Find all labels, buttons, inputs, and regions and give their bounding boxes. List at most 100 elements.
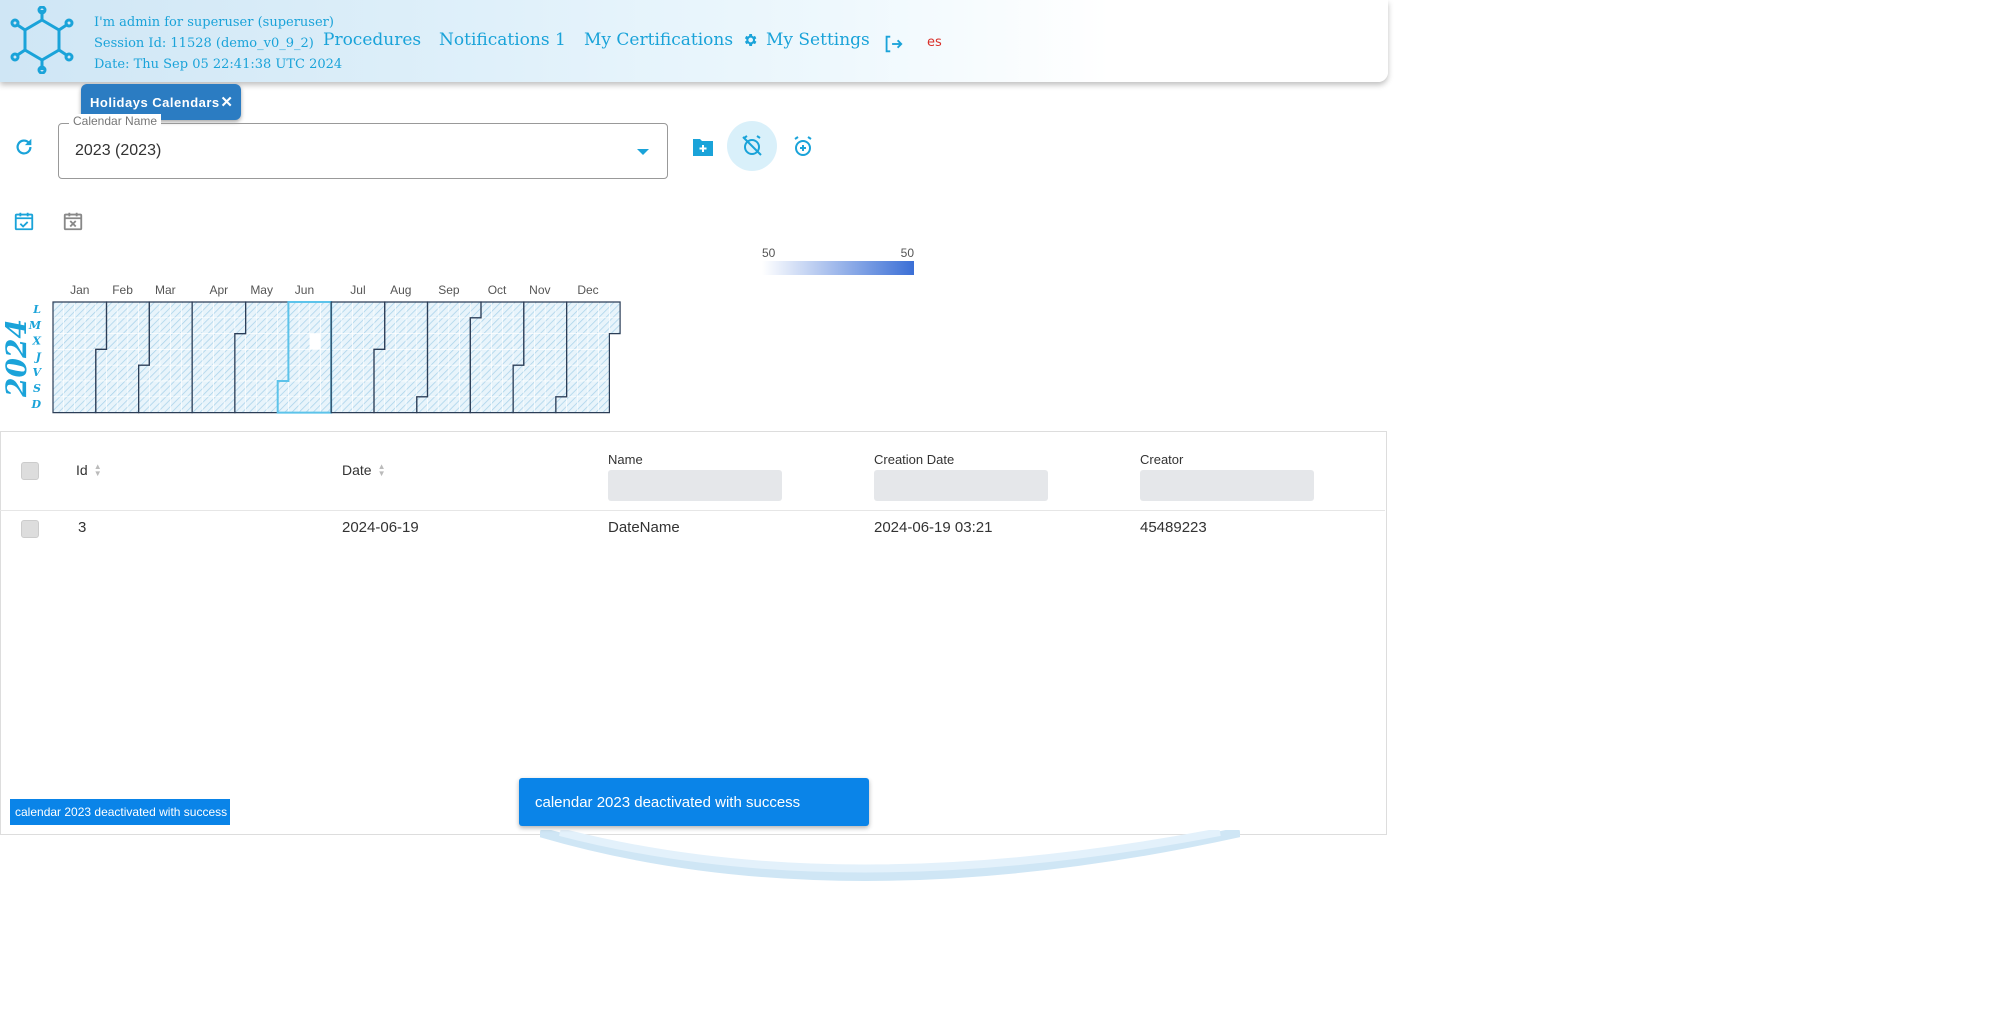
day-cell[interactable] (245, 317, 257, 334)
day-cell[interactable] (84, 396, 97, 413)
day-cell[interactable] (74, 364, 86, 382)
day-cell[interactable] (52, 301, 64, 319)
day-cell[interactable] (213, 301, 225, 319)
column-header-date[interactable]: Date ▲ ▼ (342, 462, 386, 478)
day-cell[interactable] (95, 333, 107, 350)
day-cell[interactable] (469, 317, 482, 334)
day-cell[interactable] (116, 364, 129, 382)
day-cell[interactable] (255, 364, 268, 382)
day-cell[interactable] (523, 364, 535, 382)
day-cell[interactable] (352, 364, 364, 382)
day-cell[interactable] (191, 364, 204, 382)
day-cell[interactable] (427, 317, 439, 334)
day-cell[interactable] (149, 301, 161, 319)
day-cell[interactable] (330, 380, 343, 398)
name-filter-input[interactable] (608, 470, 782, 501)
day-cell[interactable] (149, 396, 161, 413)
day-cell[interactable] (213, 396, 225, 413)
day-cell[interactable] (52, 349, 64, 366)
day-cell[interactable] (437, 333, 450, 350)
day-cell[interactable] (512, 380, 525, 398)
day-cell[interactable] (149, 380, 161, 398)
day-cell[interactable] (587, 317, 599, 334)
day-cell[interactable] (138, 317, 150, 334)
day-cell[interactable] (566, 349, 578, 366)
day-cell[interactable] (437, 301, 450, 319)
day-cell[interactable] (202, 333, 214, 350)
new-folder-icon[interactable] (691, 136, 715, 158)
day-cell[interactable] (127, 317, 139, 334)
day-cell[interactable] (266, 349, 278, 366)
close-icon[interactable]: ✕ (220, 93, 233, 111)
day-cell[interactable] (427, 396, 439, 413)
day-cell[interactable] (266, 364, 278, 382)
day-cell[interactable] (598, 396, 610, 413)
day-cell[interactable] (213, 349, 225, 366)
day-cell[interactable] (534, 317, 546, 334)
day-cell[interactable] (330, 301, 343, 319)
day-cell[interactable] (544, 364, 557, 382)
day-cell[interactable] (480, 301, 492, 319)
day-cell[interactable] (555, 301, 567, 319)
day-cell[interactable] (288, 364, 300, 382)
day-cell[interactable] (523, 396, 535, 413)
day-cell[interactable] (512, 301, 525, 319)
day-cell[interactable] (84, 301, 97, 319)
day-cell[interactable] (448, 301, 460, 319)
day-cell[interactable] (491, 333, 503, 350)
day-cell[interactable] (266, 317, 278, 334)
day-cell[interactable] (587, 333, 599, 350)
day-cell[interactable] (202, 317, 214, 334)
day-cell[interactable] (373, 380, 385, 398)
day-cell[interactable] (234, 301, 246, 319)
day-cell[interactable] (95, 349, 107, 366)
add-alarm-icon[interactable] (791, 135, 815, 159)
day-cell[interactable] (330, 333, 343, 350)
day-cell[interactable] (149, 364, 161, 382)
day-cell[interactable] (288, 349, 300, 366)
day-cell[interactable] (223, 364, 236, 382)
day-cell[interactable] (502, 380, 514, 398)
day-cell[interactable] (341, 380, 353, 398)
day-cell[interactable] (320, 317, 332, 334)
day-cell[interactable] (309, 380, 321, 398)
sort-icon[interactable]: ▲ ▼ (94, 463, 102, 478)
column-header-id[interactable]: Id ▲ ▼ (76, 462, 102, 478)
day-cell[interactable] (469, 396, 482, 413)
day-cell[interactable] (223, 380, 236, 398)
day-cell[interactable] (298, 380, 311, 398)
day-cell[interactable] (395, 301, 407, 319)
day-cell[interactable] (448, 364, 460, 382)
day-cell[interactable] (277, 396, 289, 413)
day-cell[interactable] (106, 301, 118, 319)
creator-filter-input[interactable] (1140, 470, 1314, 501)
day-cell[interactable] (512, 396, 525, 413)
day-cell[interactable] (480, 380, 492, 398)
day-cell[interactable] (395, 380, 407, 398)
day-cell[interactable] (598, 317, 610, 334)
day-cell[interactable] (202, 380, 214, 398)
day-cell[interactable] (277, 317, 289, 334)
day-cell[interactable] (587, 349, 599, 366)
day-cell[interactable] (320, 396, 332, 413)
day-cell[interactable] (245, 380, 257, 398)
day-cell[interactable] (469, 349, 482, 366)
day-cell[interactable] (223, 349, 236, 366)
day-cell[interactable] (555, 380, 567, 398)
day-cell[interactable] (159, 396, 171, 413)
day-cell[interactable] (555, 317, 567, 334)
day-cell[interactable] (416, 364, 428, 382)
chevron-down-icon[interactable] (637, 149, 649, 155)
day-cell[interactable] (448, 333, 460, 350)
day-cell[interactable] (116, 396, 129, 413)
day-cell[interactable] (74, 317, 86, 334)
day-cell[interactable] (502, 301, 514, 319)
day-cell[interactable] (544, 317, 557, 334)
day-cell[interactable] (576, 301, 589, 319)
day-cell[interactable] (598, 333, 610, 350)
day-cell[interactable] (127, 364, 139, 382)
day-cell[interactable] (405, 317, 418, 334)
day-cell[interactable] (191, 317, 204, 334)
day-cell[interactable] (352, 317, 364, 334)
day-cell[interactable] (427, 380, 439, 398)
